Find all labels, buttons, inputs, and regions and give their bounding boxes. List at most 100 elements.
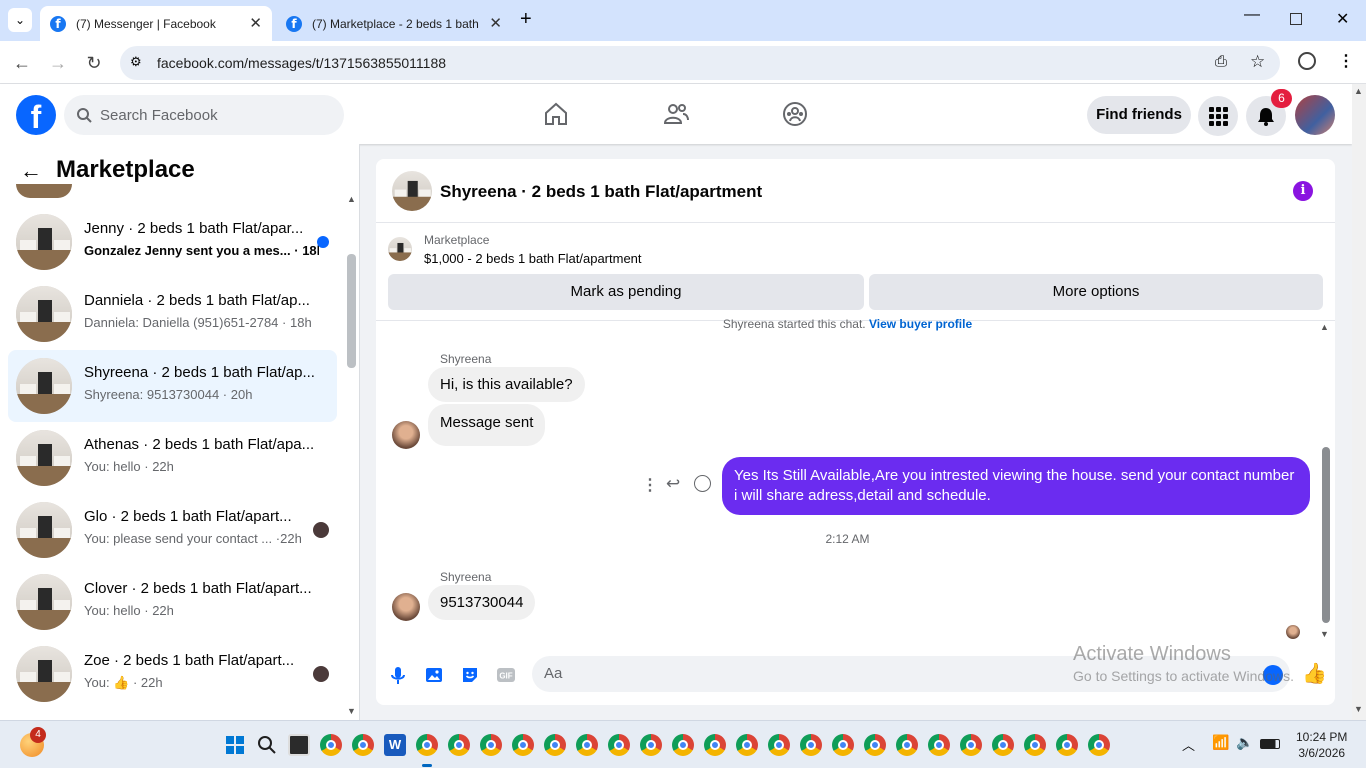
close-tab-icon[interactable]: ✕ <box>249 14 262 32</box>
sender-avatar[interactable] <box>392 593 420 621</box>
chrome-icon[interactable] <box>1056 734 1078 756</box>
gif-icon[interactable]: GIF <box>496 665 516 685</box>
photo-icon[interactable] <box>424 665 444 685</box>
conversation-item[interactable]: Clover · 2 beds 1 bath Flat/apart... You… <box>8 566 337 638</box>
tray-chevron-icon[interactable]: ︿ <box>1182 735 1195 754</box>
new-tab-icon[interactable]: + <box>520 8 532 31</box>
windows-start-icon[interactable] <box>224 734 246 756</box>
reload-icon[interactable]: ↻ <box>82 51 106 75</box>
page-scroll-up-icon[interactable]: ▲ <box>1354 86 1363 96</box>
thread-scroll-up-icon[interactable]: ▲ <box>1320 322 1329 332</box>
tab-messenger[interactable]: f (7) Messenger | Facebook ✕ <box>40 6 272 41</box>
url-bar[interactable]: ⚙ facebook.com/messages/t/13715638550111… <box>120 46 1280 80</box>
thumbs-up-send-icon[interactable]: 👍 <box>1302 661 1327 686</box>
facebook-favicon-icon: f <box>50 15 66 32</box>
close-tab-icon[interactable]: ✕ <box>489 14 502 32</box>
list-scroll-down-icon[interactable]: ▼ <box>347 706 356 716</box>
microphone-icon[interactable] <box>388 665 408 685</box>
chrome-icon[interactable] <box>992 734 1014 756</box>
account-avatar[interactable] <box>1295 95 1335 135</box>
chrome-icon[interactable] <box>576 734 598 756</box>
mark-as-pending-button[interactable]: Mark as pending <box>388 274 864 310</box>
word-icon[interactable]: W <box>384 734 406 756</box>
search-input[interactable]: Search Facebook <box>64 95 344 135</box>
activate-windows-title: Activate Windows <box>1073 643 1231 665</box>
listing-price-title[interactable]: $1,000 - 2 beds 1 bath Flat/apartment <box>424 251 642 266</box>
taskbar-search-icon[interactable] <box>256 734 278 756</box>
volume-icon[interactable]: 🔈 <box>1236 734 1253 751</box>
chrome-icon[interactable] <box>320 734 342 756</box>
site-info-icon[interactable]: ⚙ <box>130 54 142 70</box>
chrome-icon[interactable] <box>832 734 854 756</box>
message-more-icon[interactable]: ⋮ <box>642 475 658 495</box>
menu-grid-button[interactable] <box>1198 96 1238 136</box>
minimize-icon[interactable]: — <box>1244 6 1260 24</box>
chrome-icon[interactable] <box>1088 734 1110 756</box>
reply-icon[interactable]: ↩ <box>666 474 680 494</box>
thread-scrollbar[interactable] <box>1322 447 1330 623</box>
conversation-item[interactable]: Jenny · 2 beds 1 bath Flat/apar... Gonza… <box>8 206 337 278</box>
system-clock[interactable]: 10:24 PM 3/6/2026 <box>1296 729 1347 761</box>
chrome-icon[interactable] <box>608 734 630 756</box>
page-scrollbar[interactable]: ▲ ▼ <box>1352 84 1366 720</box>
find-friends-button[interactable]: Find friends <box>1087 96 1191 134</box>
chrome-icon[interactable] <box>352 734 374 756</box>
chrome-icon[interactable] <box>800 734 822 756</box>
info-icon[interactable]: i <box>1293 181 1313 201</box>
chrome-icon[interactable] <box>768 734 790 756</box>
conversation-item-selected[interactable]: Shyreena · 2 beds 1 bath Flat/ap... Shyr… <box>8 350 337 422</box>
bookmark-star-icon[interactable]: ☆ <box>1250 52 1265 72</box>
message-bubble-incoming[interactable]: 9513730044 <box>428 585 536 620</box>
chrome-icon[interactable] <box>736 734 758 756</box>
chat-title[interactable]: Shyreena · 2 beds 1 bath Flat/apartment <box>440 182 762 202</box>
chrome-icon[interactable] <box>640 734 662 756</box>
conversation-item[interactable]: Athenas · 2 beds 1 bath Flat/apa... You:… <box>8 422 337 494</box>
chrome-icon[interactable] <box>512 734 534 756</box>
chat-thumbnail[interactable] <box>392 171 432 211</box>
battery-icon[interactable] <box>1260 739 1280 749</box>
chrome-icon-active[interactable] <box>416 734 438 756</box>
install-app-icon[interactable]: ⎙ <box>1215 53 1227 70</box>
tab-marketplace[interactable]: f (7) Marketplace - 2 beds 1 bath ✕ <box>276 6 512 41</box>
chrome-icon[interactable] <box>864 734 886 756</box>
groups-icon[interactable] <box>781 100 809 128</box>
wifi-icon[interactable]: 📶 <box>1212 734 1229 751</box>
tab-search-button[interactable]: ⌄ <box>8 8 32 32</box>
list-scrollbar[interactable] <box>347 254 356 368</box>
list-scroll-up-icon[interactable]: ▲ <box>347 194 356 204</box>
sticker-icon[interactable] <box>460 665 480 685</box>
view-buyer-profile-link[interactable]: View buyer profile <box>869 317 972 331</box>
chrome-icon[interactable] <box>960 734 982 756</box>
listing-thumbnail <box>16 646 72 702</box>
more-options-button[interactable]: More options <box>869 274 1323 310</box>
chrome-icon[interactable] <box>544 734 566 756</box>
facebook-logo-icon[interactable]: f <box>16 95 56 135</box>
react-emoji-icon[interactable] <box>694 475 711 492</box>
conversation-item[interactable]: Glo · 2 beds 1 bath Flat/apart... You: p… <box>8 494 337 566</box>
conversation-item[interactable]: Danniela · 2 beds 1 bath Flat/ap... Dann… <box>8 278 337 350</box>
chrome-icon[interactable] <box>1024 734 1046 756</box>
sender-avatar[interactable] <box>392 421 420 449</box>
chrome-icon[interactable] <box>704 734 726 756</box>
back-icon[interactable]: ← <box>10 51 34 75</box>
chrome-icon[interactable] <box>896 734 918 756</box>
message-bubble-incoming[interactable]: Message sent <box>428 404 546 446</box>
chrome-icon[interactable] <box>928 734 950 756</box>
chrome-icon[interactable] <box>448 734 470 756</box>
menu-dots-icon[interactable]: ⋮ <box>1338 51 1354 71</box>
back-arrow-icon[interactable]: ← <box>20 158 42 184</box>
page-scroll-down-icon[interactable]: ▼ <box>1354 704 1363 714</box>
friends-icon[interactable] <box>662 100 690 128</box>
profile-icon[interactable] <box>1298 52 1316 70</box>
chrome-icon[interactable] <box>480 734 502 756</box>
forward-icon[interactable]: → <box>46 51 70 75</box>
task-view-icon[interactable] <box>288 734 310 756</box>
message-bubble-incoming[interactable]: Hi, is this available? <box>428 367 585 402</box>
chrome-icon[interactable] <box>672 734 694 756</box>
maximize-icon[interactable] <box>1290 13 1302 25</box>
message-bubble-outgoing[interactable]: Yes Its Still Available,Are you intreste… <box>722 457 1310 515</box>
conversation-item[interactable]: Zoe · 2 beds 1 bath Flat/apart... You: 👍… <box>8 638 337 710</box>
home-icon[interactable] <box>542 100 570 128</box>
close-window-icon[interactable]: ✕ <box>1336 9 1349 29</box>
thread-scroll-down-icon[interactable]: ▼ <box>1320 629 1329 639</box>
